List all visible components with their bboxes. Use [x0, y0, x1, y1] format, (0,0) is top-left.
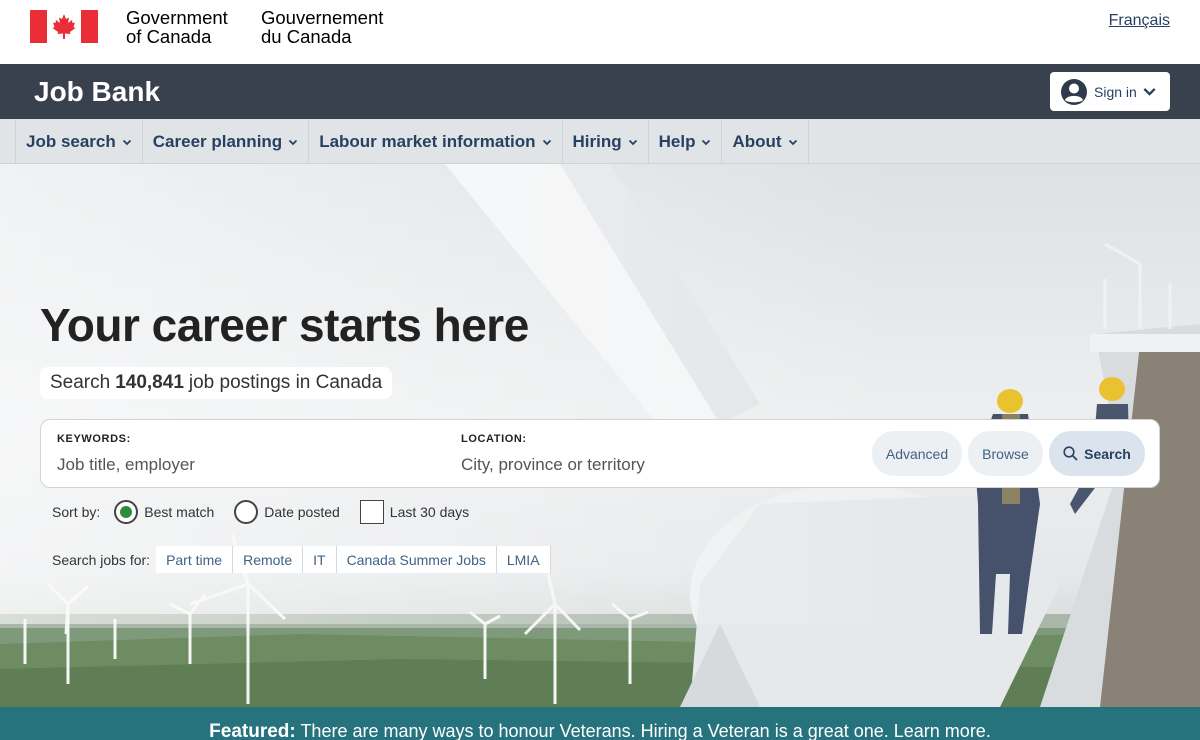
menu-item-label: Labour market information	[319, 131, 536, 151]
count-suffix: job postings in Canada	[188, 372, 383, 393]
advanced-search-button[interactable]: Advanced	[872, 431, 962, 476]
hero-title: Your career starts here	[40, 299, 529, 351]
menu-item-job-search[interactable]: Job search	[15, 119, 143, 164]
job-count-value: 140,841	[115, 372, 184, 393]
quick-link-remote[interactable]: Remote	[233, 546, 304, 573]
chevron-down-icon	[788, 139, 797, 145]
canada-flag-icon	[30, 10, 98, 43]
count-prefix: Search	[50, 372, 111, 393]
hero-banner: Your career starts here Search 140,841 j…	[0, 164, 1200, 707]
language-toggle-link[interactable]: Français	[1109, 12, 1170, 30]
location-label: LOCATION:	[461, 433, 527, 445]
quick-search-label: Search jobs for:	[52, 551, 151, 568]
app-bar: Job Bank Sign in	[0, 64, 1200, 119]
menu-item-help[interactable]: Help	[649, 119, 723, 164]
sort-options: Sort by: Best match Date posted Last 30 …	[52, 499, 489, 525]
user-avatar-icon	[1061, 78, 1087, 105]
job-search-form: KEYWORDS: LOCATION: Advanced Browse Sear…	[40, 419, 1160, 488]
keywords-label: KEYWORDS:	[57, 433, 131, 445]
chevron-down-icon	[702, 139, 711, 145]
chevron-down-icon	[1143, 88, 1156, 96]
featured-text[interactable]: There are many ways to honour Veterans. …	[300, 721, 990, 740]
sort-best-match-label[interactable]: Best match	[144, 504, 214, 520]
menu-item-label: Help	[658, 131, 696, 151]
quick-link-canada-summer-jobs[interactable]: Canada Summer Jobs	[336, 546, 497, 573]
menu-item-career-planning[interactable]: Career planning	[143, 119, 310, 164]
keywords-input[interactable]	[57, 450, 417, 480]
featured-label: Featured:	[209, 721, 296, 740]
app-title[interactable]: Job Bank	[34, 76, 160, 108]
menu-item-label: Career planning	[152, 131, 283, 151]
sort-date-posted-radio[interactable]	[234, 500, 259, 524]
sign-in-label: Sign in	[1094, 83, 1137, 100]
search-button-label: Search	[1084, 445, 1131, 462]
government-signature-en: Government of Canada	[126, 7, 228, 47]
sign-in-button[interactable]: Sign in	[1050, 72, 1170, 111]
sort-best-match-radio[interactable]	[114, 500, 139, 524]
sort-date-posted-label[interactable]: Date posted	[264, 504, 340, 520]
quick-search-links: Search jobs for: Part time Remote IT Can…	[52, 546, 551, 573]
browse-button[interactable]: Browse	[968, 431, 1043, 476]
main-menu: Job search Career planning Labour market…	[15, 119, 809, 164]
menu-item-label: About	[732, 131, 782, 151]
search-icon	[1063, 446, 1078, 461]
menu-item-label: Hiring	[572, 131, 622, 151]
chevron-down-icon	[289, 139, 298, 145]
last-30-days-label[interactable]: Last 30 days	[390, 504, 469, 520]
search-button[interactable]: Search	[1049, 431, 1145, 476]
chevron-down-icon	[122, 139, 131, 145]
chevron-down-icon	[628, 139, 637, 145]
sort-label: Sort by:	[52, 504, 101, 520]
quick-link-lmia[interactable]: LMIA	[496, 546, 551, 573]
menu-item-label: Job search	[26, 131, 116, 151]
chevron-down-icon	[542, 139, 551, 145]
menu-item-about[interactable]: About	[722, 119, 809, 164]
menu-item-hiring[interactable]: Hiring	[563, 119, 649, 164]
quick-link-part-time[interactable]: Part time	[156, 546, 234, 573]
menu-item-labour-market-information[interactable]: Labour market information	[309, 119, 563, 164]
location-input[interactable]	[461, 450, 821, 480]
government-signature-fr: Gouvernement du Canada	[261, 7, 384, 47]
job-count-summary: Search 140,841 job postings in Canada	[40, 367, 393, 399]
main-menu-bar: Job search Career planning Labour market…	[0, 119, 1200, 164]
quick-link-it[interactable]: IT	[303, 546, 337, 573]
last-30-days-checkbox[interactable]	[359, 500, 384, 524]
featured-banner[interactable]: Featured: There are many ways to honour …	[0, 707, 1200, 740]
government-header: Government of Canada Gouvernement du Can…	[0, 0, 1200, 64]
